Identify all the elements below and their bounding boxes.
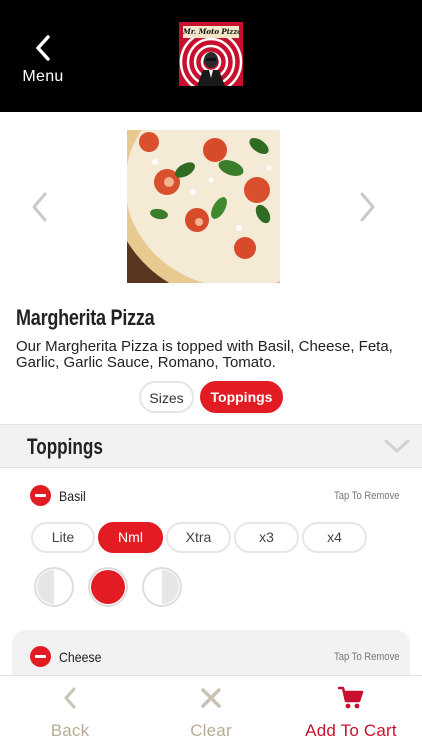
right-half-icon [142,567,182,607]
amount-normal-button[interactable]: Nml [98,522,163,553]
back-button[interactable]: Back [40,686,100,741]
toppings-section-header[interactable]: Toppings [0,424,422,468]
clear-button[interactable]: Clear [178,686,244,741]
shopping-cart-icon [338,686,364,709]
toppings-section-title: Toppings [27,434,103,459]
back-label: Back [50,721,90,740]
next-image-button[interactable] [355,190,379,224]
product-gallery [0,112,422,298]
topping-name: Cheese [59,649,102,665]
previous-image-button[interactable] [28,190,52,224]
chevron-down-icon [384,439,410,453]
chevron-right-icon [360,192,375,222]
amount-x3-button[interactable]: x3 [234,522,299,553]
chevron-left-icon [36,35,50,61]
bottom-toolbar: Back Clear Add To Cart [0,675,422,750]
logo-text: Mr. Moto Pizza [183,26,239,38]
left-half-icon [34,567,74,607]
topping-name: Basil [59,488,86,504]
remove-topping-icon[interactable] [30,485,51,506]
clear-label: Clear [190,721,232,740]
sizes-tab[interactable]: Sizes [139,381,194,413]
toppings-tab[interactable]: Toppings [200,381,283,413]
product-description: Our Margherita Pizza is topped with Basi… [16,338,393,371]
pizza-photo [127,130,280,283]
top-bar: Menu Mr. Moto Pizza [0,0,422,112]
whole-icon [88,567,128,607]
portion-whole-button[interactable] [88,567,128,607]
pizza-image [127,130,280,283]
tap-to-remove-label[interactable]: Tap To Remove [334,651,400,663]
menu-back-button[interactable]: Menu [18,34,68,90]
add-to-cart-label: Add To Cart [305,721,397,740]
amount-x4-button[interactable]: x4 [302,522,367,553]
amount-lite-button[interactable]: Lite [31,522,95,553]
chevron-left-icon [32,192,47,222]
chevron-left-icon [64,687,76,709]
add-to-cart-button[interactable]: Add To Cart [295,686,407,741]
tap-to-remove-label[interactable]: Tap To Remove [334,490,400,502]
menu-back-label: Menu [22,68,64,85]
amount-extra-button[interactable]: Xtra [166,522,231,553]
product-title: Margherita Pizza [16,305,155,330]
remove-topping-icon[interactable] [30,646,51,667]
restaurant-logo: Mr. Moto Pizza [179,22,243,86]
portion-left-half-button[interactable] [34,567,74,607]
close-icon [201,688,221,708]
portion-right-half-button[interactable] [142,567,182,607]
